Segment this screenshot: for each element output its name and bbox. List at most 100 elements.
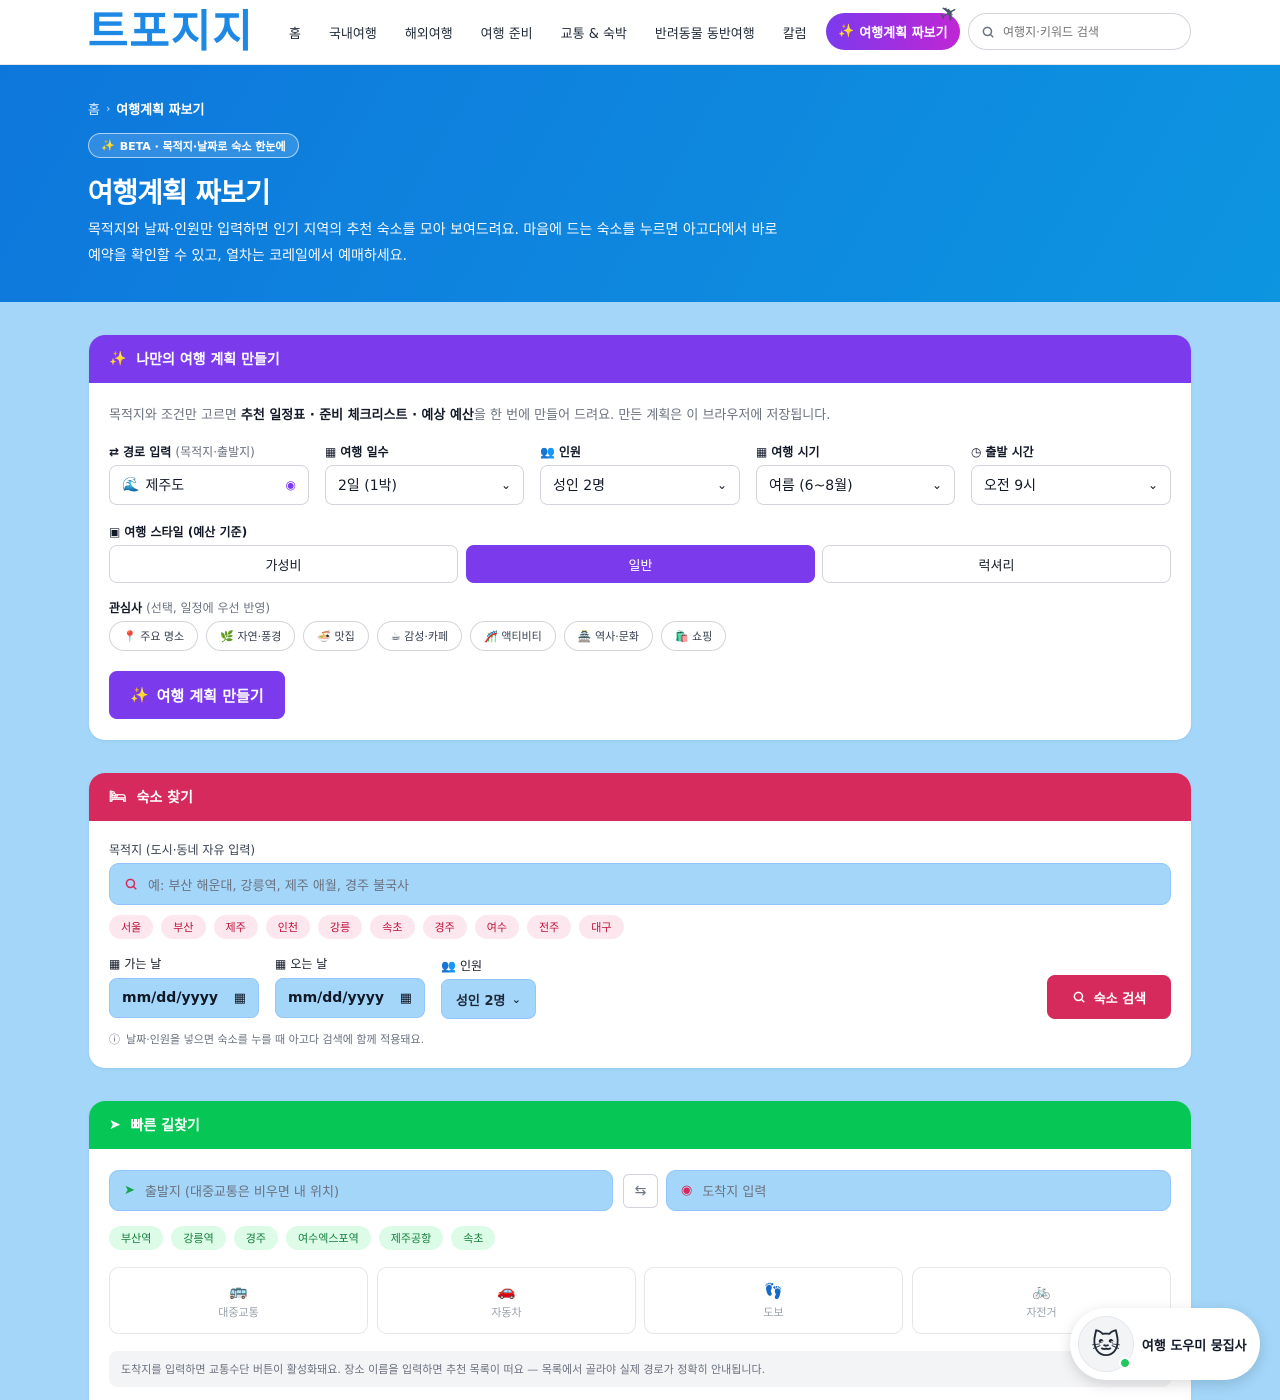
site-logo[interactable]: 트포지지 xyxy=(88,8,254,56)
checkout-label: ▦ 오는 날 xyxy=(275,955,327,972)
interest-chip-history[interactable]: 🏯 역사·문화 xyxy=(563,621,653,651)
lodging-search-button[interactable]: 숙소 검색 xyxy=(1047,975,1171,1019)
mode-transit-button[interactable]: 🚌 대중교통 xyxy=(109,1267,368,1334)
lodging-people-select[interactable]: 성인 2명 ⌄ xyxy=(441,979,536,1019)
people-select[interactable]: 성인 2명 ⌄ xyxy=(540,465,740,505)
chevron-down-icon: ⌄ xyxy=(500,478,511,492)
bicycle-icon: 🚲 xyxy=(1032,1281,1051,1300)
lodging-dest-input[interactable]: 예: 부산 해운대, 강릉역, 제주 애월, 경주 불국사 xyxy=(109,863,1171,905)
route-from-placeholder: 출발지 (대중교통은 비우면 내 위치) xyxy=(144,1185,340,1200)
place-chip-gyeongju[interactable]: 경주 xyxy=(233,1226,278,1250)
style-budget-button[interactable]: 가성비 xyxy=(109,545,458,583)
style-normal-button[interactable]: 일반 xyxy=(466,545,815,583)
menu-item-transport[interactable]: 교통 & 숙박 xyxy=(561,23,627,42)
city-chip-seoul[interactable]: 서울 xyxy=(109,915,154,939)
route-to-input[interactable]: ◉ 도착지 입력 xyxy=(666,1170,1171,1211)
route-label: ⇄ 경로 입력 (목적지·출발지) xyxy=(109,443,255,460)
plan-trip-button[interactable]: ✨ 여행계획 짜보기 xyxy=(826,13,960,50)
mode-bike-label: 자전거 xyxy=(1026,1305,1057,1319)
city-chip-incheon[interactable]: 인천 xyxy=(265,915,310,939)
city-chip-gangneung[interactable]: 강릉 xyxy=(318,915,363,939)
interest-chip-cafe[interactable]: ☕ 감성·카페 xyxy=(376,621,463,651)
breadcrumb-home[interactable]: 홈 xyxy=(88,99,100,118)
route-icon: ⇄ xyxy=(109,444,120,459)
menu-item-prep[interactable]: 여행 준비 xyxy=(481,23,533,42)
chevron-down-icon: ⌄ xyxy=(716,478,727,492)
place-chip-jeju-airport[interactable]: 제주공항 xyxy=(378,1226,444,1250)
menu-item-home[interactable]: 홈 xyxy=(289,23,301,42)
city-chip-gyeongju[interactable]: 경주 xyxy=(422,915,467,939)
season-label: ▦ 여행 시기 xyxy=(756,443,820,460)
checkout-date-input[interactable]: mm/dd/yyyy ▦ xyxy=(275,978,425,1018)
interest-chip-nature[interactable]: 🌿 자연·풍경 xyxy=(206,621,296,651)
bus-icon: 🚌 xyxy=(229,1281,248,1300)
calendar-icon: ▦ xyxy=(399,990,412,1006)
wave-icon: 🌊 xyxy=(122,477,140,493)
hero-description: 목적지와 날짜·인원만 입력하면 인기 지역의 추천 숙소를 모아 보여드려요.… xyxy=(88,222,778,264)
season-select[interactable]: 여름 (6~8월) ⌄ xyxy=(756,465,955,505)
lodging-people-label: 👥 인원 xyxy=(441,957,482,974)
navigation-icon: ➤ xyxy=(109,1117,121,1133)
chevron-down-icon: ⌄ xyxy=(511,992,521,1006)
interest-chip-landmarks[interactable]: 📍 주요 명소 xyxy=(109,621,199,651)
sparkle-icon: ✨ xyxy=(101,139,115,152)
lodging-header: 🛏 숙소 찾기 xyxy=(89,773,1191,821)
season-select-value: 여름 (6~8월) xyxy=(769,478,853,494)
menu-item-overseas[interactable]: 해외여행 xyxy=(405,23,453,42)
map-pin-icon: ◉ xyxy=(681,1183,693,1198)
top-nav: 트포지지 홈 국내여행 해외여행 여행 준비 교통 & 숙박 반려동물 동반여행… xyxy=(0,0,1280,65)
clock-icon: ◷ xyxy=(971,444,982,459)
travel-helper-widget[interactable]: 🐱 여행 도우미 뭉집사 xyxy=(1070,1308,1260,1380)
interest-chip-food[interactable]: 🍜 맛집 xyxy=(303,621,369,651)
route-header: ➤ 빠른 길찾기 xyxy=(89,1101,1191,1149)
city-chip-sokcho[interactable]: 속초 xyxy=(370,915,415,939)
mode-car-button[interactable]: 🚗 자동차 xyxy=(377,1267,636,1334)
interest-chip-activity[interactable]: 🎢 액티비티 xyxy=(470,621,556,651)
online-status-dot xyxy=(1119,1357,1131,1369)
checkin-date-input[interactable]: mm/dd/yyyy ▦ xyxy=(109,978,259,1018)
checkout-date-value: mm/dd/yyyy xyxy=(288,990,384,1006)
menu-item-pets[interactable]: 반려동물 동반여행 xyxy=(655,23,755,42)
city-chip-yeosu[interactable]: 여수 xyxy=(474,915,519,939)
calendar-icon: ▦ xyxy=(233,990,246,1006)
place-chip-sokcho[interactable]: 속초 xyxy=(451,1226,496,1250)
days-label: ▦ 여행 일수 xyxy=(325,443,389,460)
city-chip-daegu[interactable]: 대구 xyxy=(579,915,624,939)
calendar-icon: ▦ xyxy=(756,444,768,459)
place-chip-yeosu-expo[interactable]: 여수엑스포역 xyxy=(286,1226,371,1250)
make-plan-button[interactable]: ✨ 여행 계획 만들기 xyxy=(109,671,285,719)
route-title: 빠른 길찾기 xyxy=(130,1118,201,1134)
city-chip-busan[interactable]: 부산 xyxy=(161,915,206,939)
route-from-input[interactable]: ➤ 출발지 (대중교통은 비우면 내 위치) xyxy=(109,1170,613,1211)
lodging-people-value: 성인 2명 xyxy=(456,993,506,1009)
lead-text-bold: 추천 일정표 · 준비 체크리스트 · 예상 예산 xyxy=(241,408,474,423)
menu-item-domestic[interactable]: 국내여행 xyxy=(329,23,377,42)
days-select[interactable]: 2일 (1박) ⌄ xyxy=(325,465,524,505)
bed-icon: 🛏 xyxy=(109,789,127,805)
calendar-icon: ▦ xyxy=(275,956,287,971)
route-input-value: 제주도 xyxy=(145,478,185,494)
menu-item-column[interactable]: 칼럼 xyxy=(783,23,807,42)
make-plan-label: 여행 계획 만들기 xyxy=(156,686,264,705)
style-luxury-button[interactable]: 럭셔리 xyxy=(822,545,1171,583)
site-search[interactable] xyxy=(968,13,1191,50)
swap-button[interactable]: ⇆ xyxy=(623,1174,658,1208)
depart-select[interactable]: 오전 9시 ⌄ xyxy=(971,465,1171,505)
place-chips: 부산역 강릉역 경주 여수엑스포역 제주공항 속초 xyxy=(109,1226,496,1250)
mode-walk-button[interactable]: 👣 도보 xyxy=(644,1267,903,1334)
breadcrumb: 홈 › 여행계획 짜보기 xyxy=(88,99,205,118)
city-chip-jeonju[interactable]: 전주 xyxy=(527,915,572,939)
main-menu: 홈 국내여행 해외여행 여행 준비 교통 & 숙박 반려동물 동반여행 칼럼 xyxy=(289,0,835,64)
search-input[interactable] xyxy=(1003,24,1173,39)
map-pin-icon: ◉ xyxy=(285,478,296,492)
place-chip-gangneung-station[interactable]: 강릉역 xyxy=(171,1226,226,1250)
route-input[interactable]: 🌊 제주도 ◉ xyxy=(109,465,309,505)
days-select-value: 2일 (1박) xyxy=(338,478,397,494)
lodging-search-label: 숙소 검색 xyxy=(1093,991,1147,1007)
interest-chip-shopping[interactable]: 🛍️ 쇼핑 xyxy=(660,621,727,651)
chevron-down-icon: ⌄ xyxy=(931,478,942,492)
place-chip-busan-station[interactable]: 부산역 xyxy=(109,1226,164,1250)
cat-icon: 🐱 xyxy=(1091,1327,1121,1361)
route-to-placeholder: 도착지 입력 xyxy=(702,1185,767,1200)
city-chip-jeju[interactable]: 제주 xyxy=(213,915,258,939)
